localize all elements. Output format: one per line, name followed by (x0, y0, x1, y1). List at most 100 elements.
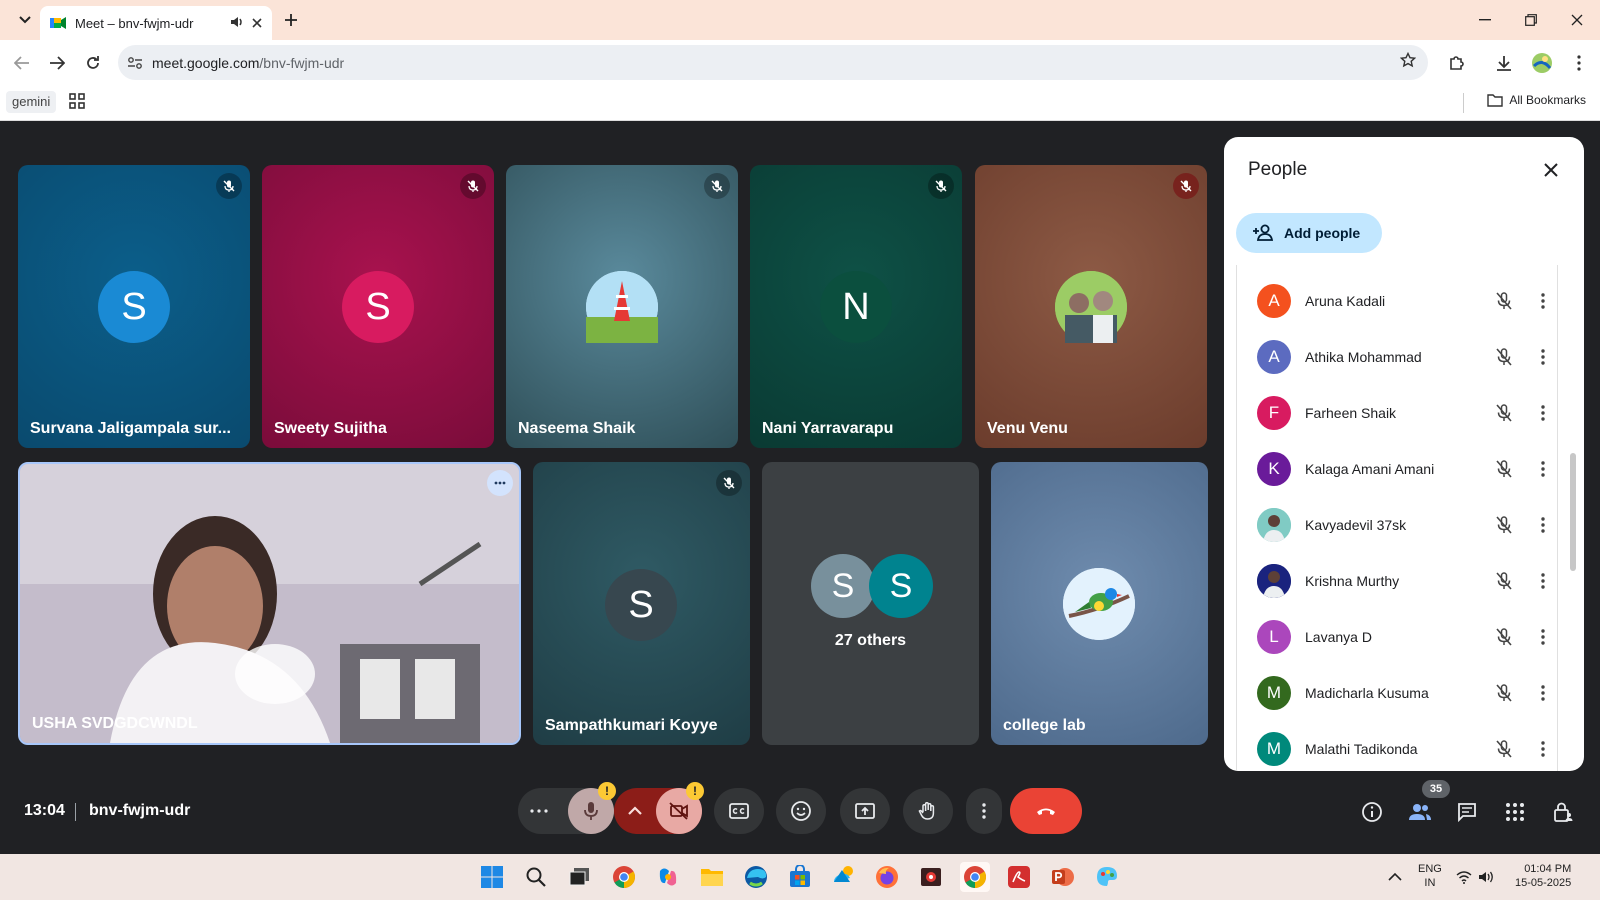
participant-row[interactable]: F Farheen Shaik (1237, 385, 1557, 441)
participant-row[interactable]: K Kalaga Amani Amani (1237, 441, 1557, 497)
search-icon[interactable] (521, 862, 551, 892)
back-button[interactable] (7, 48, 37, 78)
participant-list-name: Farheen Shaik (1305, 405, 1397, 421)
host-controls-button[interactable] (1549, 798, 1577, 826)
muted-mic-icon (216, 173, 242, 199)
participant-row[interactable]: L Lavanya D (1237, 609, 1557, 665)
add-people-label: Add people (1284, 225, 1361, 241)
video-tile-pinned[interactable]: USHA SVDGDCWNDL (18, 462, 521, 745)
apps-grid-icon[interactable] (68, 92, 86, 110)
participant-tile[interactable]: N Nani Yarravarapu (750, 165, 962, 448)
participant-row[interactable]: A Aruna Kadali (1237, 273, 1557, 329)
participant-photo-avatar (1055, 271, 1127, 343)
participant-more-icon[interactable] (1533, 573, 1553, 589)
restore-button[interactable] (1508, 0, 1554, 40)
copilot-icon[interactable] (653, 862, 683, 892)
participant-list: A Aruna Kadali A Athika Mohammad F Farheen Sh… (1236, 265, 1558, 771)
participant-row[interactable]: A Athika Mohammad (1237, 329, 1557, 385)
participant-list-avatar: A (1257, 340, 1291, 374)
participant-tile[interactable]: Naseema Shaik (506, 165, 738, 448)
participant-row[interactable]: Krishna Murthy (1237, 553, 1557, 609)
windows-start-icon[interactable] (477, 862, 507, 892)
participant-more-icon[interactable] (1533, 741, 1553, 757)
back-arrow-icon (14, 56, 29, 70)
microphone-button[interactable]: ! (568, 782, 616, 834)
close-icon (1544, 163, 1558, 177)
participant-tile[interactable]: Venu Venu (975, 165, 1207, 448)
participant-more-icon[interactable] (1533, 405, 1553, 421)
present-button[interactable] (840, 788, 890, 834)
participant-row[interactable]: M Madicharla Kusuma (1237, 665, 1557, 721)
captions-button[interactable] (714, 788, 764, 834)
minimize-button[interactable] (1462, 0, 1508, 40)
system-clock[interactable]: 01:04 PM 15-05-2025 (1515, 862, 1571, 890)
address-bar[interactable]: meet.google.com/bnv-fwjm-udr (118, 45, 1428, 80)
participant-row[interactable]: Kavyadevil 37sk (1237, 497, 1557, 553)
reactions-button[interactable] (776, 788, 826, 834)
participant-row[interactable]: M Malathi Tadikonda (1237, 721, 1557, 771)
participant-tile[interactable]: college lab (991, 462, 1208, 745)
participant-tile[interactable]: S Sweety Sujitha (262, 165, 494, 448)
audio-options-button[interactable] (518, 788, 560, 834)
add-people-button[interactable]: Add people (1236, 213, 1382, 253)
edge-icon[interactable] (741, 862, 771, 892)
video-options-button[interactable] (614, 788, 656, 834)
reload-button[interactable] (78, 48, 108, 78)
file-explorer-icon[interactable] (697, 862, 727, 892)
close-tab-icon[interactable] (252, 16, 262, 31)
paint-app-icon[interactable] (1092, 862, 1122, 892)
people-button[interactable] (1406, 798, 1434, 826)
muted-mic-icon (716, 470, 742, 496)
participant-avatar: S (98, 271, 170, 343)
recorder-app-icon[interactable] (916, 862, 946, 892)
participant-more-icon[interactable] (1533, 461, 1553, 477)
site-info-icon[interactable] (118, 56, 152, 70)
weather-app-icon[interactable] (829, 862, 859, 892)
tab-meet[interactable]: Meet – bnv-fwjm-udr (40, 6, 272, 40)
chat-button[interactable] (1453, 798, 1481, 826)
raise-hand-button[interactable] (903, 788, 953, 834)
all-bookmarks-button[interactable]: All Bookmarks (1487, 93, 1586, 107)
chevron-up-icon[interactable] (1380, 862, 1410, 892)
participant-tile[interactable]: S Survana Jaligampala sur... (18, 165, 250, 448)
powerpoint-icon[interactable] (1048, 862, 1078, 892)
close-window-button[interactable] (1554, 0, 1600, 40)
others-tile[interactable]: S S 27 others (762, 462, 979, 745)
more-options-button[interactable] (966, 788, 1002, 834)
participant-more-icon[interactable] (1533, 685, 1553, 701)
firefox-icon[interactable] (872, 862, 902, 892)
participant-name: Sampathkumari Koyye (545, 717, 718, 734)
downloads-button[interactable] (1490, 49, 1518, 77)
bookmark-gemini[interactable]: gemini (6, 91, 57, 113)
language-indicator[interactable]: ENG IN (1418, 862, 1442, 890)
participant-more-icon[interactable] (1533, 629, 1553, 645)
close-panel-button[interactable] (1538, 157, 1564, 183)
acrobat-icon[interactable] (1004, 862, 1034, 892)
participant-more-icon[interactable] (1533, 293, 1553, 309)
speaker-icon[interactable] (230, 15, 244, 32)
profile-avatar[interactable] (1528, 49, 1556, 77)
participant-more-icon[interactable] (1533, 349, 1553, 365)
more-options-icon[interactable] (487, 470, 513, 496)
participant-tile[interactable]: S Sampathkumari Koyye (533, 462, 750, 745)
task-view-icon[interactable] (565, 862, 595, 892)
panel-scrollbar[interactable] (1570, 453, 1576, 571)
network-volume-tray[interactable] (1455, 862, 1495, 892)
tower-photo-icon (586, 271, 658, 343)
extensions-button[interactable] (1443, 49, 1471, 77)
meeting-details-button[interactable] (1358, 798, 1386, 826)
chrome-app-icon[interactable] (609, 862, 639, 892)
new-tab-button[interactable] (268, 0, 314, 40)
browser-menu-button[interactable] (1565, 49, 1593, 77)
forward-button[interactable] (42, 48, 72, 78)
bookmark-star-icon[interactable] (1399, 51, 1417, 73)
activities-button[interactable] (1501, 798, 1529, 826)
camera-button[interactable]: ! (656, 782, 704, 834)
leave-call-button[interactable] (1010, 788, 1082, 834)
muted-mic-icon (1173, 173, 1199, 199)
minimize-icon (1479, 19, 1491, 21)
store-icon[interactable] (785, 862, 815, 892)
participant-more-icon[interactable] (1533, 517, 1553, 533)
chrome-active-app-icon[interactable] (960, 862, 990, 892)
system-time: 01:04 PM (1524, 863, 1572, 875)
